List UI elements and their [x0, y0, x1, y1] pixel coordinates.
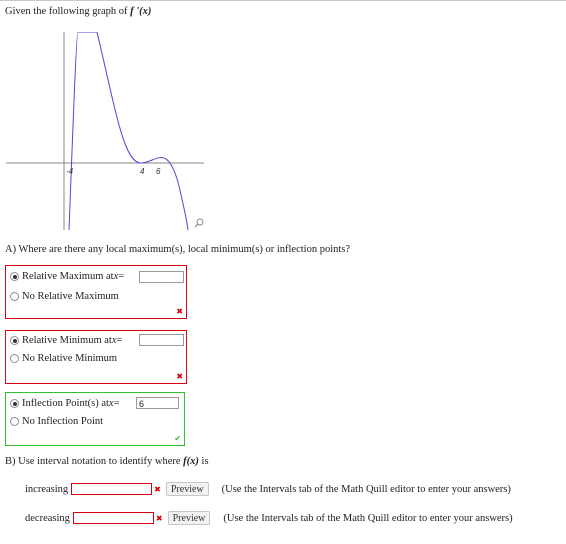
x-mark-icon: ✖ [155, 513, 163, 523]
tick-label-6: 6 [156, 167, 161, 176]
increasing-row: increasing ✖ Preview (Use the Intervals … [25, 481, 511, 497]
prompt-text: Given the following graph of [5, 6, 131, 17]
inflection-answer-group: Inflection Point(s) at x = 6 No Inflecti… [5, 392, 185, 446]
x-mark-icon: ✖ [154, 484, 161, 494]
no-inflection-radio[interactable] [10, 417, 19, 426]
max-option-row[interactable]: Relative Maximum at x = [10, 271, 124, 282]
no-max-option-row[interactable]: No Relative Maximum [10, 291, 119, 302]
no-max-radio[interactable] [10, 292, 19, 301]
no-min-radio[interactable] [10, 354, 19, 363]
inflection-option-label: Inflection Point(s) at [22, 398, 109, 409]
no-inflection-label: No Inflection Point [22, 416, 104, 427]
max-value-input[interactable] [139, 271, 184, 283]
min-value-input[interactable] [139, 334, 184, 346]
check-mark-icon: ✔ [174, 434, 181, 443]
max-eq: = [118, 271, 125, 282]
decreasing-preview-button[interactable]: Preview [167, 511, 211, 525]
max-radio-selected[interactable] [10, 272, 19, 281]
no-min-label: No Relative Minimum [22, 353, 118, 364]
no-max-label: No Relative Maximum [22, 291, 119, 302]
inflection-option-row[interactable]: Inflection Point(s) at x = [10, 398, 120, 409]
part-a-question: A) Where are there any local maximum(s),… [5, 244, 351, 255]
inflection-eq: = [113, 398, 120, 409]
magnifier-icon[interactable] [194, 218, 204, 228]
max-answer-group: Relative Maximum at x = No Relative Maxi… [5, 265, 187, 319]
min-eq: = [116, 335, 123, 346]
part-b-function: f(x) [183, 456, 199, 467]
tick-label-4: 4 [140, 167, 145, 176]
prompt-function: f '(x) [130, 6, 152, 17]
problem-prompt: Given the following graph of f '(x) [5, 6, 151, 17]
decreasing-row: decreasing ✖ Preview (Use the Intervals … [25, 510, 513, 526]
derivative-graph[interactable]: -4 4 6 [6, 32, 204, 230]
inflection-value-input[interactable]: 6 [136, 397, 179, 409]
min-answer-group: Relative Minimum at x = No Relative Mini… [5, 330, 187, 384]
no-min-option-row[interactable]: No Relative Minimum [10, 353, 117, 364]
derivative-curve [68, 32, 189, 230]
increasing-hint: (Use the Intervals tab of the Math Quill… [221, 483, 511, 495]
increasing-preview-button[interactable]: Preview [165, 482, 209, 496]
part-b-suffix: is [198, 456, 209, 467]
min-radio-selected[interactable] [10, 336, 19, 345]
inflection-radio-selected[interactable] [10, 399, 19, 408]
top-divider [0, 0, 566, 1]
increasing-label: increasing [25, 483, 69, 495]
decreasing-input[interactable] [72, 512, 154, 524]
part-b-question: B) Use interval notation to identify whe… [5, 456, 209, 467]
min-option-row[interactable]: Relative Minimum at x = [10, 335, 122, 346]
x-mark-icon: ✖ [176, 307, 183, 316]
no-inflection-option-row[interactable]: No Inflection Point [10, 416, 103, 427]
x-mark-icon: ✖ [176, 372, 183, 381]
part-b-prefix: B) Use interval notation to identify whe… [5, 456, 184, 467]
decreasing-label: decreasing [25, 512, 70, 524]
increasing-input[interactable] [71, 483, 153, 495]
max-option-label: Relative Maximum at [22, 271, 114, 282]
min-option-label: Relative Minimum at [22, 335, 112, 346]
tick-label-neg4: -4 [66, 167, 74, 176]
decreasing-hint: (Use the Intervals tab of the Math Quill… [223, 512, 513, 524]
